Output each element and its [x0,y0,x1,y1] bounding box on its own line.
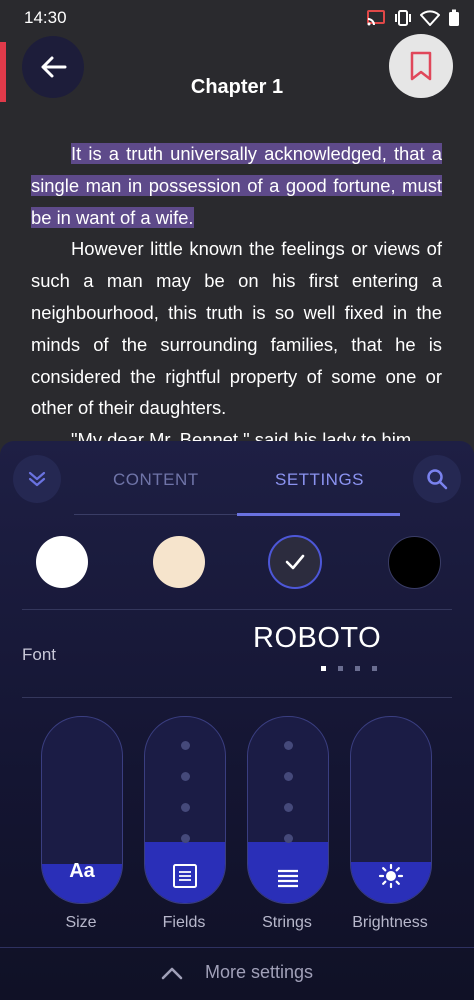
collapse-panel-button[interactable] [13,455,61,503]
brightness-icon [351,863,431,889]
more-settings-label: More settings [204,962,314,982]
cast-icon [367,10,385,26]
bookmark-icon [410,51,432,81]
battery-icon [449,9,459,26]
font-selector[interactable]: ROBOTO [253,622,381,655]
line-spacing-icon [248,867,328,889]
tab-content[interactable]: CONTENT [113,470,199,490]
wifi-icon [420,10,440,26]
tab-settings[interactable]: SETTINGS [275,470,364,490]
text-size-icon: Aa [69,860,95,882]
bookmark-button[interactable] [389,34,453,98]
font-page-indicator [321,666,377,671]
book-text[interactable]: It is a truth universally acknowledged, … [31,138,442,424]
status-bar: 14:30 [0,0,474,34]
theme-sepia-swatch[interactable] [153,536,205,588]
brightness-slider[interactable] [350,716,432,904]
status-icons [366,9,460,27]
slider-step [284,834,293,843]
slider-step [284,772,293,781]
slider-step [181,834,190,843]
divider [22,697,452,698]
paragraph-2: However little known the feelings or vie… [31,238,442,419]
page-dot [338,666,343,671]
search-icon [427,469,448,490]
status-time: 14:30 [24,8,67,27]
tab-active-indicator [237,513,400,516]
theme-black-swatch[interactable] [388,536,441,589]
paragraph-1: It is a truth universally acknowledged, … [31,138,442,233]
page-dot [355,666,360,671]
slider-step [181,803,190,812]
vibrate-icon [395,10,411,26]
fields-label: Fields [162,914,206,931]
page-dot [321,666,326,671]
strings-label: Strings [262,914,312,931]
font-label: Font [22,645,57,664]
fields-slider[interactable] [144,716,226,904]
chevron-up-icon [161,967,183,979]
more-settings-button[interactable]: More settings [0,962,474,983]
check-icon [285,554,305,570]
divider [0,947,474,948]
paragraph-3: "My dear Mr. Bennet," said his lady to h… [71,429,412,441]
theme-white-swatch[interactable] [36,536,88,588]
margins-icon [145,863,225,889]
brightness-label: Brightness [352,914,428,931]
size-label: Size [65,914,97,931]
page-dot [372,666,377,671]
slider-step [284,741,293,750]
strings-slider[interactable] [247,716,329,904]
slider-step [284,803,293,812]
highlighted-passage[interactable]: It is a truth universally acknowledged, … [31,143,442,228]
slider-step [181,741,190,750]
double-chevron-down-icon [28,471,46,487]
search-button[interactable] [413,455,461,503]
slider-step [181,772,190,781]
divider [22,609,452,610]
size-slider[interactable]: Aa [41,716,123,904]
theme-dark-swatch[interactable] [268,535,322,589]
